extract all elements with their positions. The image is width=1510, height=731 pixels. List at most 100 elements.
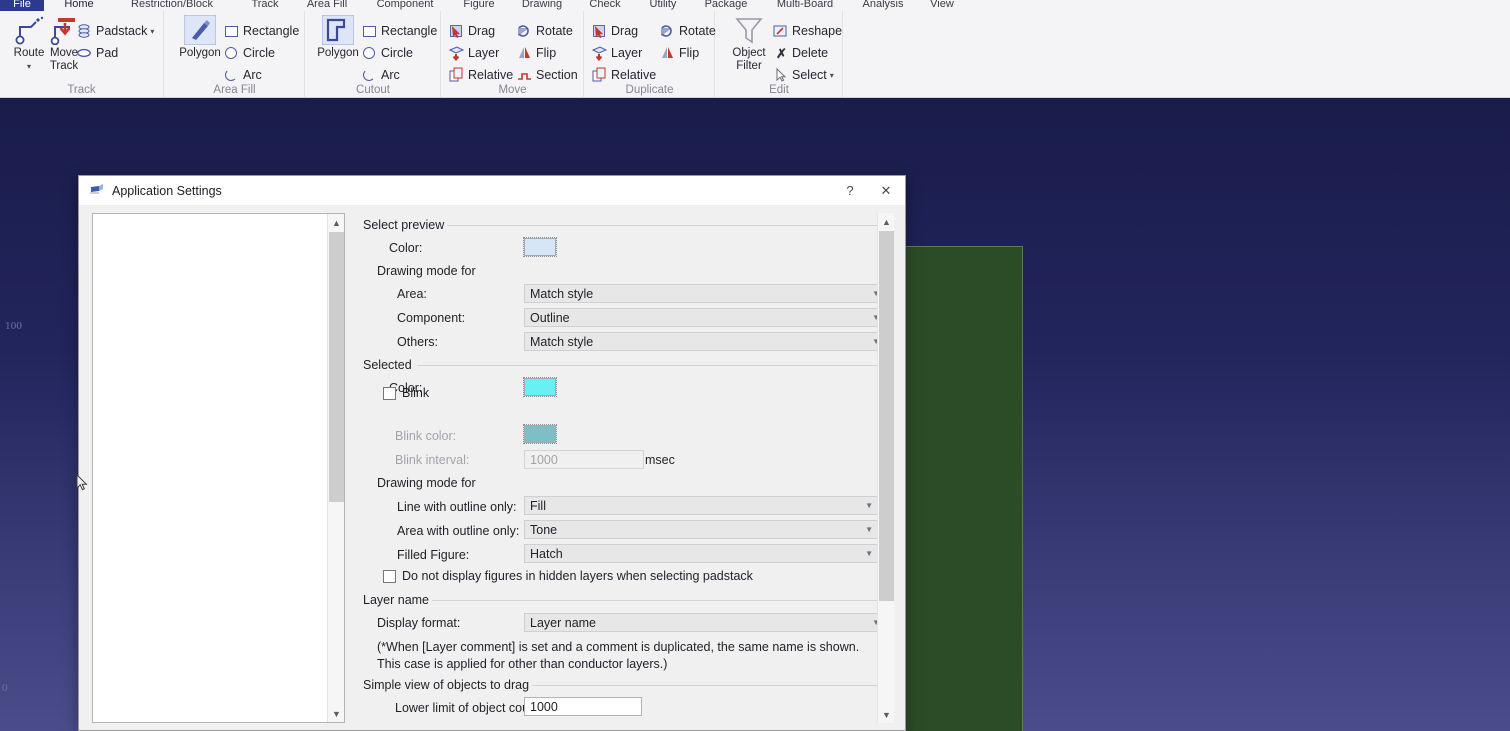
ribbon-item-label: Flip	[679, 46, 699, 60]
ribbon-tab-restriction-block[interactable]: Restriction/Block	[112, 0, 232, 11]
area-outline-combo[interactable]: Tone ▼	[524, 520, 879, 539]
ribbon-item-label: Delete	[792, 46, 828, 60]
blink-color-swatch	[524, 425, 556, 443]
ribbon-group-duplicate: Drag Layer Relative Rotate Flip Duplicate	[585, 11, 715, 98]
preview-component-label: Component:	[397, 311, 465, 325]
ribbon-item-circle[interactable]: Circle	[361, 43, 413, 63]
ribbon-tab-file[interactable]: File	[0, 0, 44, 11]
help-button[interactable]: ?	[833, 176, 867, 205]
blink-interval-value: 1000	[530, 453, 558, 467]
filled-figure-combo[interactable]: Hatch ▼	[524, 544, 879, 563]
hidden-layers-checkbox-box[interactable]	[383, 570, 396, 583]
ribbon-tab-view[interactable]: View	[918, 0, 966, 11]
ribbon-item-circle[interactable]: Circle	[223, 43, 275, 63]
panel-scroll-up-icon[interactable]: ▲	[878, 213, 894, 230]
circle-icon	[223, 45, 240, 61]
ribbon-button-label: Polygon	[179, 47, 221, 59]
ribbon-group-title: Duplicate	[585, 84, 714, 96]
line-outline-label: Line with outline only:	[397, 500, 517, 514]
panel-scroll-down-icon[interactable]: ▼	[878, 706, 894, 723]
ribbon-tab-utility[interactable]: Utility	[636, 0, 690, 11]
tree-scroll-thumb[interactable]	[329, 232, 344, 502]
ribbon-tab-home[interactable]: Home	[50, 0, 108, 11]
selected-color-swatch[interactable]	[524, 378, 556, 396]
ribbon-item-rectangle[interactable]: Rectangle	[361, 21, 437, 41]
ribbon-item-rotate[interactable]: Rotate	[516, 21, 573, 41]
chevron-down-icon[interactable]: ▾	[830, 71, 834, 80]
tree-scroll-up-icon[interactable]: ▲	[328, 214, 345, 231]
ribbon-item-relative[interactable]: Relative	[591, 65, 656, 85]
ribbon-item-flip[interactable]: Flip	[659, 43, 699, 63]
ribbon-tab-analysis[interactable]: Analysis	[852, 0, 914, 11]
hidden-layers-checkbox[interactable]: Do not display figures in hidden layers …	[383, 569, 753, 583]
reshape-icon	[772, 23, 789, 39]
ribbon-item-padstack[interactable]: Padstack▾	[76, 21, 154, 41]
preview-component-combo[interactable]: Outline ▼	[524, 308, 886, 327]
preview-color-swatch[interactable]	[524, 238, 556, 256]
ribbon-item-relative[interactable]: Relative	[448, 65, 513, 85]
ribbon-tab-area-fill[interactable]: Area Fill	[296, 0, 358, 11]
ribbon-item-label: Rotate	[679, 24, 716, 38]
ribbon-tab-multi-board[interactable]: Multi-Board	[762, 0, 848, 11]
ribbon-item-label: Layer	[611, 46, 642, 60]
blink-color-label: Blink color:	[395, 429, 456, 443]
ribbon-item-arc[interactable]: Arc	[223, 65, 262, 85]
tree-scrollbar[interactable]: ▲ ▼	[327, 214, 344, 722]
dialog-title: Application Settings	[112, 184, 222, 198]
ribbon-item-section[interactable]: Section	[516, 65, 578, 85]
ribbon-item-rotate[interactable]: Rotate	[659, 21, 716, 41]
panel-scroll-thumb[interactable]	[879, 231, 894, 601]
ribbon-tab-package[interactable]: Package	[694, 0, 758, 11]
ribbon-item-layer[interactable]: Layer	[591, 43, 642, 63]
application-settings-dialog[interactable]: Application Settings ? ✕ ▲ ▼ Select prev…	[78, 175, 906, 731]
ribbon-item-layer[interactable]: Layer	[448, 43, 499, 63]
ribbon-tab-drawing[interactable]: Drawing	[510, 0, 574, 11]
settings-tree[interactable]: ▲ ▼	[92, 213, 345, 723]
ribbon-item-drag[interactable]: Drag	[591, 21, 638, 41]
line-outline-combo[interactable]: Fill ▼	[524, 496, 879, 515]
dialog-titlebar[interactable]: Application Settings ? ✕	[79, 176, 905, 206]
panel-scrollbar[interactable]: ▲ ▼	[877, 213, 894, 723]
ribbon-item-label: Rectangle	[381, 24, 437, 38]
filled-figure-value: Hatch	[530, 547, 563, 561]
ribbon-item-arc[interactable]: Arc	[361, 65, 400, 85]
ribbon-item-pad[interactable]: Pad	[76, 43, 118, 63]
display-format-combo[interactable]: Layer name ▼	[524, 613, 886, 632]
selected-group-label: Selected	[363, 358, 412, 372]
flip-icon	[659, 45, 676, 61]
ribbon-tab-component[interactable]: Component	[362, 0, 448, 11]
ribbon-item-drag[interactable]: Drag	[448, 21, 495, 41]
pad-icon	[76, 45, 93, 61]
layer-name-note-line1: (*When [Layer comment] is set and a comm…	[377, 639, 859, 656]
tree-scroll-down-icon[interactable]: ▼	[328, 705, 345, 722]
ribbon-tab-check[interactable]: Check	[578, 0, 632, 11]
close-button[interactable]: ✕	[869, 176, 903, 205]
ribbon-item-flip[interactable]: Flip	[516, 43, 556, 63]
ribbon-item-delete[interactable]: ✗Delete	[772, 43, 828, 63]
ribbon-button-polygon[interactable]: Polygon	[311, 13, 365, 60]
blink-checkbox-box[interactable]	[383, 387, 396, 400]
preview-area-combo[interactable]: Match style ▼	[524, 284, 886, 303]
chevron-down-icon: ▼	[865, 549, 873, 558]
blink-checkbox-label: Blink	[402, 386, 429, 400]
ribbon-button-object[interactable]: ObjectFilter	[722, 13, 776, 73]
polygon-cutout-icon	[322, 15, 354, 45]
blink-checkbox[interactable]: Blink	[383, 386, 429, 400]
select-preview-rule	[447, 225, 887, 226]
chevron-down-icon[interactable]: ▾	[150, 27, 154, 36]
area-outline-value: Tone	[530, 523, 557, 537]
ruler-label-100: 100	[5, 320, 22, 332]
ribbon-button-polygon[interactable]: Polygon	[173, 13, 227, 60]
ribbon-tab-figure[interactable]: Figure	[452, 0, 506, 11]
ruler-label-0: 0	[2, 682, 8, 694]
lower-limit-input[interactable]: 1000	[524, 697, 642, 716]
ribbon-item-reshape[interactable]: Reshape	[772, 21, 842, 41]
settings-panel: Select preview Color: Drawing mode for A…	[357, 213, 894, 723]
ribbon-tab-track[interactable]: Track	[238, 0, 292, 11]
app-settings-icon	[89, 183, 105, 199]
ribbon-item-select[interactable]: Select▾	[772, 65, 834, 85]
ribbon-item-rectangle[interactable]: Rectangle	[223, 21, 299, 41]
preview-others-label: Others:	[397, 335, 438, 349]
preview-others-combo[interactable]: Match style ▼	[524, 332, 886, 351]
ribbon-button-label: Polygon	[317, 47, 359, 59]
